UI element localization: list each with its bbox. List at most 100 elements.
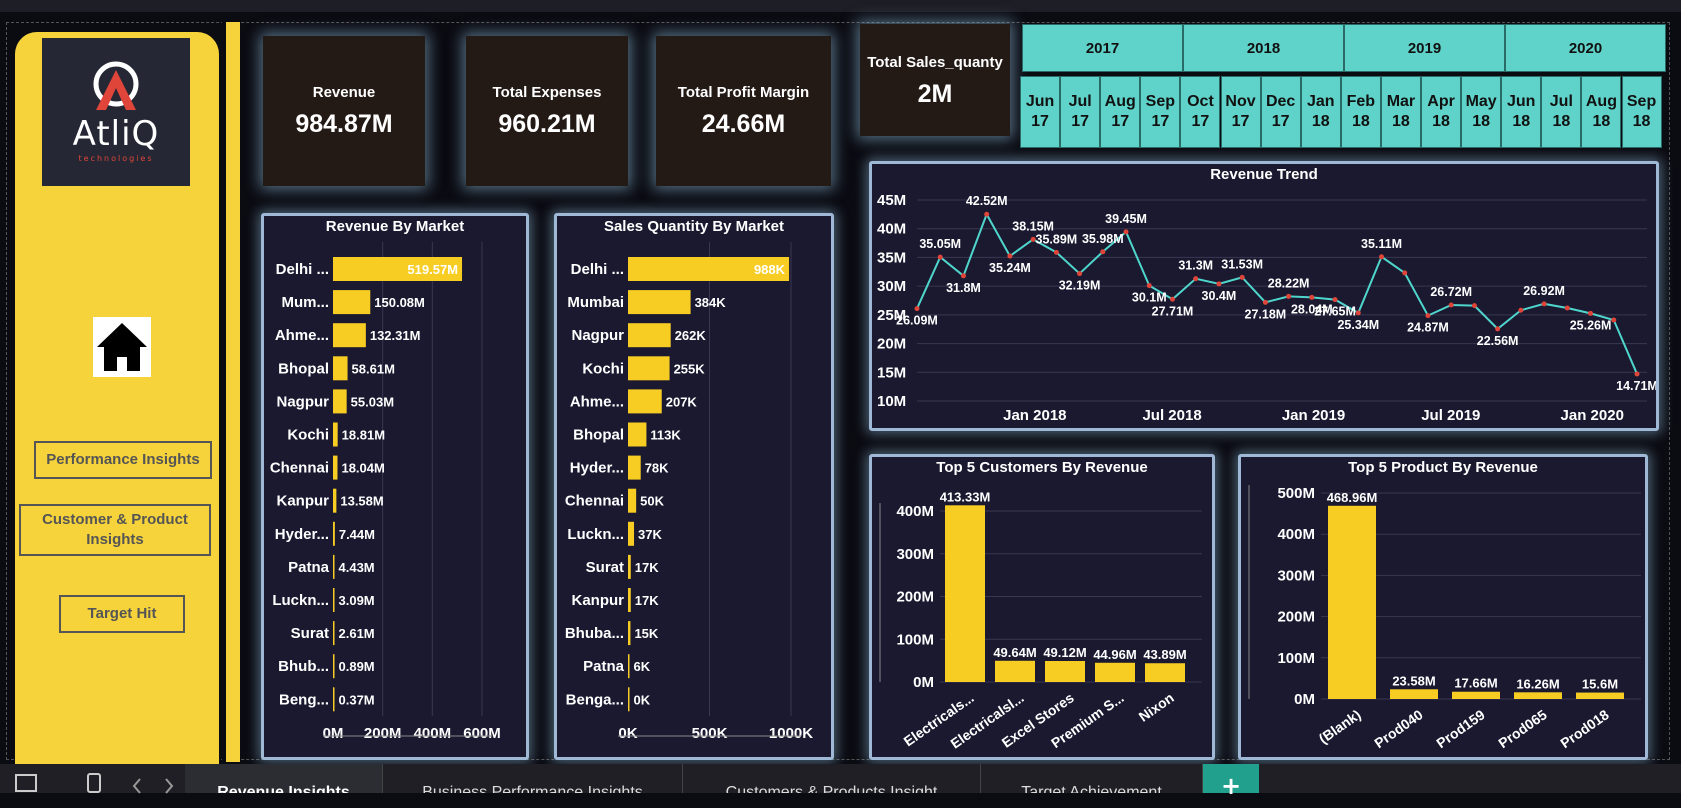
bar-category-label: Patna [583, 658, 625, 675]
window-top-strip [0, 0, 1681, 12]
bar [628, 588, 631, 612]
bar [628, 521, 635, 546]
bar-category-label: Benga... [566, 691, 624, 708]
bar-data-label: 18.04M [341, 461, 384, 476]
bar-x-tick: 200M [364, 725, 402, 742]
bar [333, 455, 338, 480]
slicer-month-year: 18 [1552, 113, 1571, 130]
revenue-trend-chart: 45M40M35M30M25M20M15M10MJan 2018 Jul 2018… [877, 192, 1656, 424]
slicer-month[interactable]: Feb 18 [1340, 76, 1381, 148]
trend-x-tick: Jan 2018 [1003, 407, 1066, 424]
slicer-month[interactable]: Jul 17 [1060, 76, 1101, 148]
bar-x-tick: 400M [414, 725, 452, 742]
bar [333, 588, 335, 612]
trend-data-label: 24.87M [1407, 321, 1449, 335]
trend-point [1541, 301, 1547, 307]
bar-category-label: Prod159 [1433, 706, 1488, 751]
bar-category-label: Kochi [287, 427, 329, 444]
trend-point [1123, 229, 1129, 235]
trend-point [937, 254, 943, 260]
bar [628, 554, 631, 579]
slicer-month[interactable]: Jul 18 [1541, 76, 1582, 148]
mobile-view-icon[interactable] [84, 773, 104, 793]
bar [1390, 689, 1438, 699]
trend-data-label: 25.34M [1337, 318, 1379, 332]
slicer-month-year: 18 [1632, 113, 1651, 130]
slicer-month[interactable]: Apr 18 [1421, 76, 1462, 148]
slicer-month[interactable]: Aug 17 [1100, 76, 1141, 148]
bar [628, 455, 641, 480]
tab-customers-products[interactable]: Customers & Products Insight [683, 764, 981, 793]
bar-category-label: Surat [291, 625, 329, 642]
bar-category-label: Bhub... [278, 658, 329, 675]
bar [628, 422, 647, 447]
slicer-month[interactable]: Aug 18 [1581, 76, 1622, 148]
sidebar-accent-strip [222, 22, 240, 762]
bar-data-label: 44.96M [1093, 647, 1136, 662]
trend-data-label: 30.4M [1202, 289, 1237, 303]
trend-data-label: 27.65M [1314, 305, 1356, 319]
bar [333, 356, 348, 381]
trend-point [1379, 254, 1385, 260]
trend-data-label: 26.09M [896, 314, 938, 328]
slicer-year-2019[interactable]: 2019 [1344, 24, 1505, 72]
sidebar: AtliQ technologies Performance Insights … [15, 32, 219, 772]
slicer-month[interactable]: May 18 [1461, 76, 1502, 148]
slicer-month[interactable]: Jan 18 [1300, 76, 1341, 148]
trend-data-label: 26.92M [1523, 284, 1565, 298]
bar-data-label: 43.89M [1143, 647, 1186, 662]
slicer-year-2018[interactable]: 2018 [1183, 24, 1344, 72]
slicer-month-year: 18 [1592, 113, 1611, 130]
bar-x-tick: 1000K [769, 725, 813, 742]
slicer-month[interactable]: Jun 18 [1501, 76, 1542, 148]
slicer-month[interactable]: Jun 17 [1020, 76, 1061, 148]
bar [628, 488, 637, 513]
home-button[interactable] [93, 317, 151, 377]
bar-y-tick: 0M [913, 674, 934, 691]
slicer-month[interactable]: Nov 17 [1220, 76, 1261, 148]
add-page-button[interactable]: + [1203, 764, 1259, 800]
trend-data-label: 35.11M [1361, 237, 1402, 251]
trend-point [1007, 253, 1013, 259]
bar [333, 422, 338, 447]
customer-product-insights-button[interactable]: Customer & Product Insights [19, 504, 211, 556]
bar-data-label: 7.44M [339, 527, 375, 542]
slicer-month-name: Sep [1626, 93, 1657, 110]
bar-data-label: 15.6M [1582, 677, 1618, 692]
tab-revenue-insights[interactable]: Revenue Insights [185, 764, 383, 793]
bar-data-label: 49.12M [1043, 645, 1086, 660]
bar-category-label: Kanpur [572, 592, 625, 609]
slicer-month-name: May [1465, 93, 1497, 110]
trend-point [1588, 310, 1594, 316]
performance-insights-button[interactable]: Performance Insights [34, 441, 212, 479]
trend-point [1146, 283, 1152, 289]
target-hit-button[interactable]: Target Hit [59, 595, 185, 633]
slicer-month[interactable]: Sep 18 [1621, 76, 1662, 148]
tab-business-performance[interactable]: Business Performance Insights [383, 764, 683, 793]
bar [1328, 505, 1376, 699]
slicer-month[interactable]: Dec 17 [1260, 76, 1301, 148]
bar-category-label: Surat [586, 559, 624, 576]
tab-target-achievement[interactable]: Target Achievement [981, 764, 1203, 793]
desktop-view-icon[interactable] [14, 773, 40, 793]
bar-y-tick: 300M [896, 546, 934, 563]
slicer-year-2020[interactable]: 2020 [1505, 24, 1666, 72]
kpi-profit: Total Profit Margin 24.66M [656, 36, 831, 186]
slicer-month-year: 18 [1512, 113, 1531, 130]
trend-point [1100, 249, 1106, 255]
slicer-month[interactable]: Oct 17 [1180, 76, 1221, 148]
bar-data-label: 23.58M [1392, 673, 1435, 688]
prev-page-icon[interactable] [130, 776, 144, 796]
slicer-month-year: 18 [1311, 113, 1330, 130]
bar [333, 687, 335, 712]
slicer-year-2017[interactable]: 2017 [1022, 24, 1183, 72]
trend-point [1518, 307, 1524, 313]
kpi-expenses-label: Total Expenses [492, 84, 602, 101]
next-page-icon[interactable] [162, 776, 176, 796]
bar [333, 488, 337, 513]
bar-data-label: 262K [675, 328, 707, 343]
bar-data-label: 519.57M [407, 262, 458, 277]
trend-point [1053, 249, 1059, 255]
slicer-month[interactable]: Sep 17 [1140, 76, 1181, 148]
slicer-month[interactable]: Mar 18 [1380, 76, 1421, 148]
